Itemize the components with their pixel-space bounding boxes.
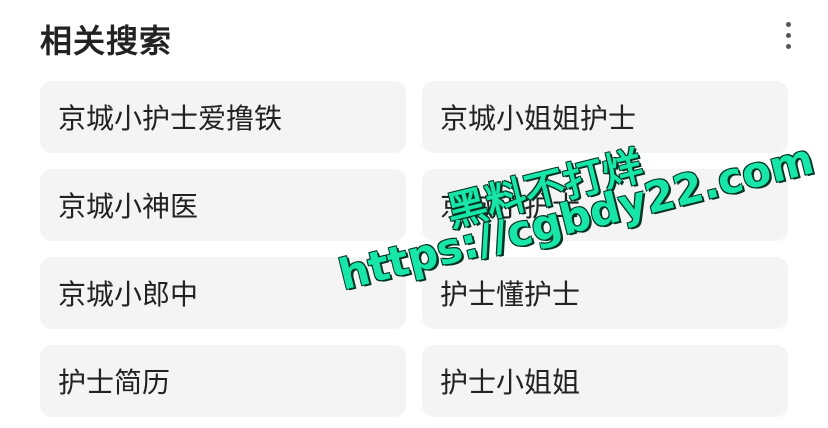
- more-vertical-icon: [786, 22, 791, 27]
- related-search-chip[interactable]: 护士简历: [40, 345, 406, 417]
- section-title: 相关搜索: [40, 22, 173, 60]
- more-vertical-icon: [786, 44, 791, 49]
- related-searches-panel: 相关搜索 京城小护士爱撸铁 京城小姐姐护士 京城小神医 京城小护士 京城小郎中 …: [0, 0, 828, 428]
- chip-label: 京城小郎中: [58, 278, 199, 311]
- chip-label: 护士懂护士: [440, 278, 581, 311]
- related-search-chip[interactable]: 护士小姐姐: [422, 345, 788, 417]
- chip-label: 护士简历: [58, 366, 171, 399]
- chip-label: 护士小姐姐: [440, 366, 581, 399]
- chip-label: 京城小神医: [58, 190, 199, 223]
- chip-label: 京城小护士爱撸铁: [58, 102, 283, 135]
- related-search-chip[interactable]: 京城小神医: [40, 169, 406, 241]
- related-search-chip[interactable]: 护士懂护士: [422, 257, 788, 329]
- related-search-chip[interactable]: 京城小护士爱撸铁: [40, 81, 406, 153]
- chip-label: 京城小姐姐护士: [440, 102, 637, 135]
- header: 相关搜索: [40, 10, 800, 60]
- more-vertical-icon: [786, 33, 791, 38]
- more-options-button[interactable]: [776, 18, 800, 52]
